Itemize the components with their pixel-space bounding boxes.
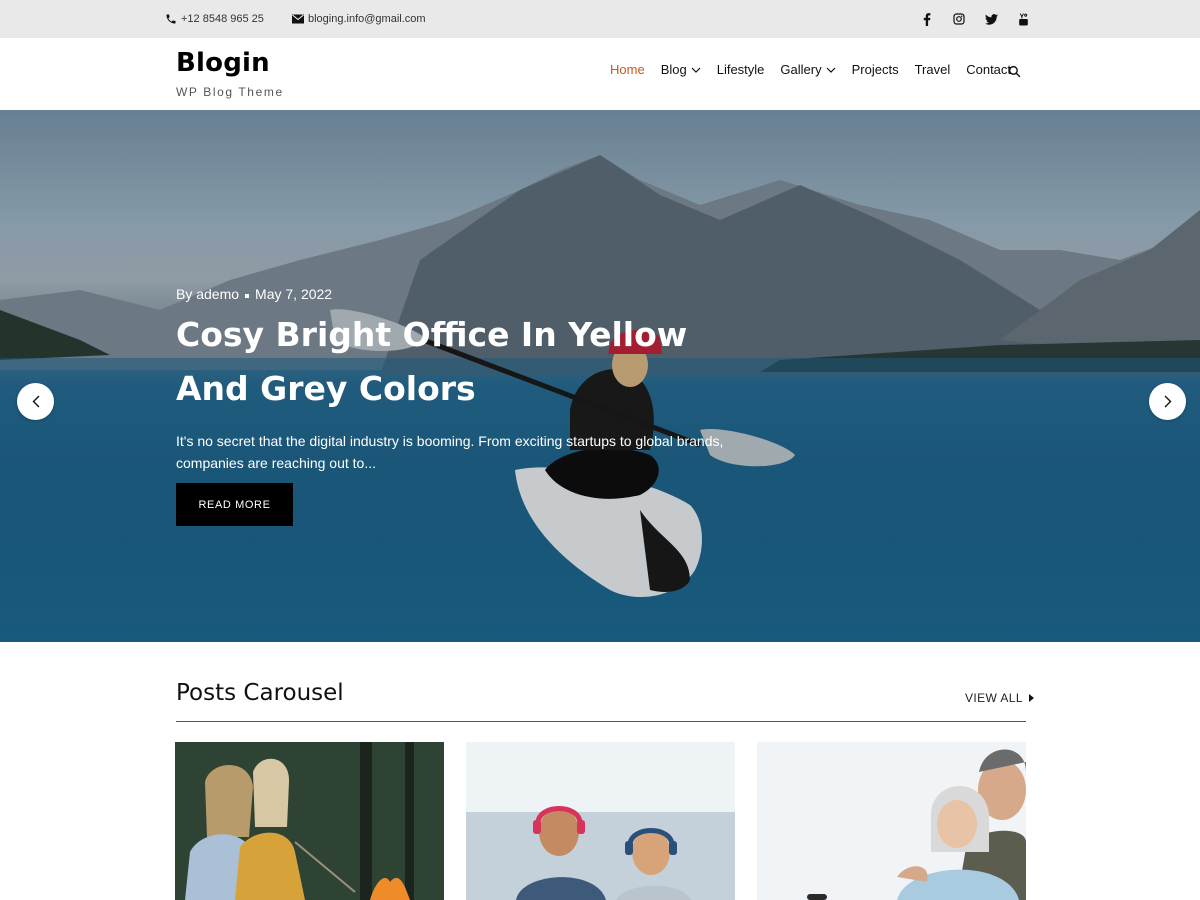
nav-item-label: Contact [966,62,1012,77]
phone-icon [166,14,176,24]
site-header: Blogin WP Blog Theme Home Blog Lifestyle… [0,38,1200,110]
nav-item-travel[interactable]: Travel [915,62,951,77]
nav-item-label: Travel [914,62,951,77]
view-all-link[interactable]: VIEW ALL [965,691,1034,705]
search-button[interactable] [1008,65,1021,83]
chevron-left-icon [32,395,39,408]
section-title: Posts Carousel [176,680,344,706]
instagram-icon[interactable] [952,12,966,26]
youtube-icon[interactable] [1016,12,1030,26]
facebook-icon[interactable] [920,12,934,26]
section-divider [176,721,1026,722]
view-all-label: VIEW ALL [965,691,1023,705]
hero-post-excerpt: It's no secret that the digital industry… [176,433,724,471]
top-bar: +12 8548 965 25 bloging.info@gmail.com [0,0,1200,38]
main-nav: Home Blog Lifestyle Gallery Projects Tra… [610,62,1027,77]
search-icon [1008,65,1021,78]
nav-item-label: Blog [660,62,687,77]
nav-item-blog[interactable]: Blog [661,62,701,77]
social-links [920,0,1030,38]
email-address: bloging.info@gmail.com [308,13,426,25]
chevron-down-icon [691,67,701,73]
chevron-right-icon [1164,395,1171,408]
twitter-icon[interactable] [984,12,998,26]
chevron-down-icon [826,67,836,73]
site-title[interactable]: Blogin [176,48,270,78]
nav-item-lifestyle[interactable]: Lifestyle [717,62,765,77]
caret-right-icon [1028,694,1034,702]
hero-slider: By ademo May 7, 2022 Cosy Bright Office … [0,110,1200,642]
post-image-couple [757,742,1026,900]
meta-separator [245,294,250,298]
topbar-email[interactable]: bloging.info@gmail.com [292,0,426,38]
nav-item-label: Projects [851,62,899,77]
read-more-button[interactable]: READ MORE [176,483,293,526]
post-card-image[interactable] [466,742,735,900]
envelope-icon [292,14,304,24]
post-author[interactable]: By ademo [176,286,239,302]
nav-item-label: Home [610,62,645,77]
nav-item-gallery[interactable]: Gallery [780,62,836,77]
post-image-beach [466,742,735,900]
phone-number: +12 8548 965 25 [181,13,264,25]
slider-prev-button[interactable] [17,383,54,420]
nav-item-label: Gallery [780,62,822,77]
hero-post-title[interactable]: Cosy Bright Office In Yellow And Grey Co… [176,308,696,416]
nav-item-contact[interactable]: Contact [966,62,1011,77]
post-meta: By ademo May 7, 2022 [176,286,332,302]
slider-next-button[interactable] [1149,383,1186,420]
nav-item-home[interactable]: Home [610,62,645,77]
site-tagline: WP Blog Theme [176,85,284,99]
post-card-image[interactable] [175,742,444,900]
nav-item-projects[interactable]: Projects [852,62,899,77]
post-image-campfire [175,742,444,900]
topbar-phone[interactable]: +12 8548 965 25 [165,0,264,38]
post-card-image[interactable] [757,742,1026,900]
nav-item-label: Lifestyle [716,62,765,77]
post-date[interactable]: May 7, 2022 [255,286,332,302]
